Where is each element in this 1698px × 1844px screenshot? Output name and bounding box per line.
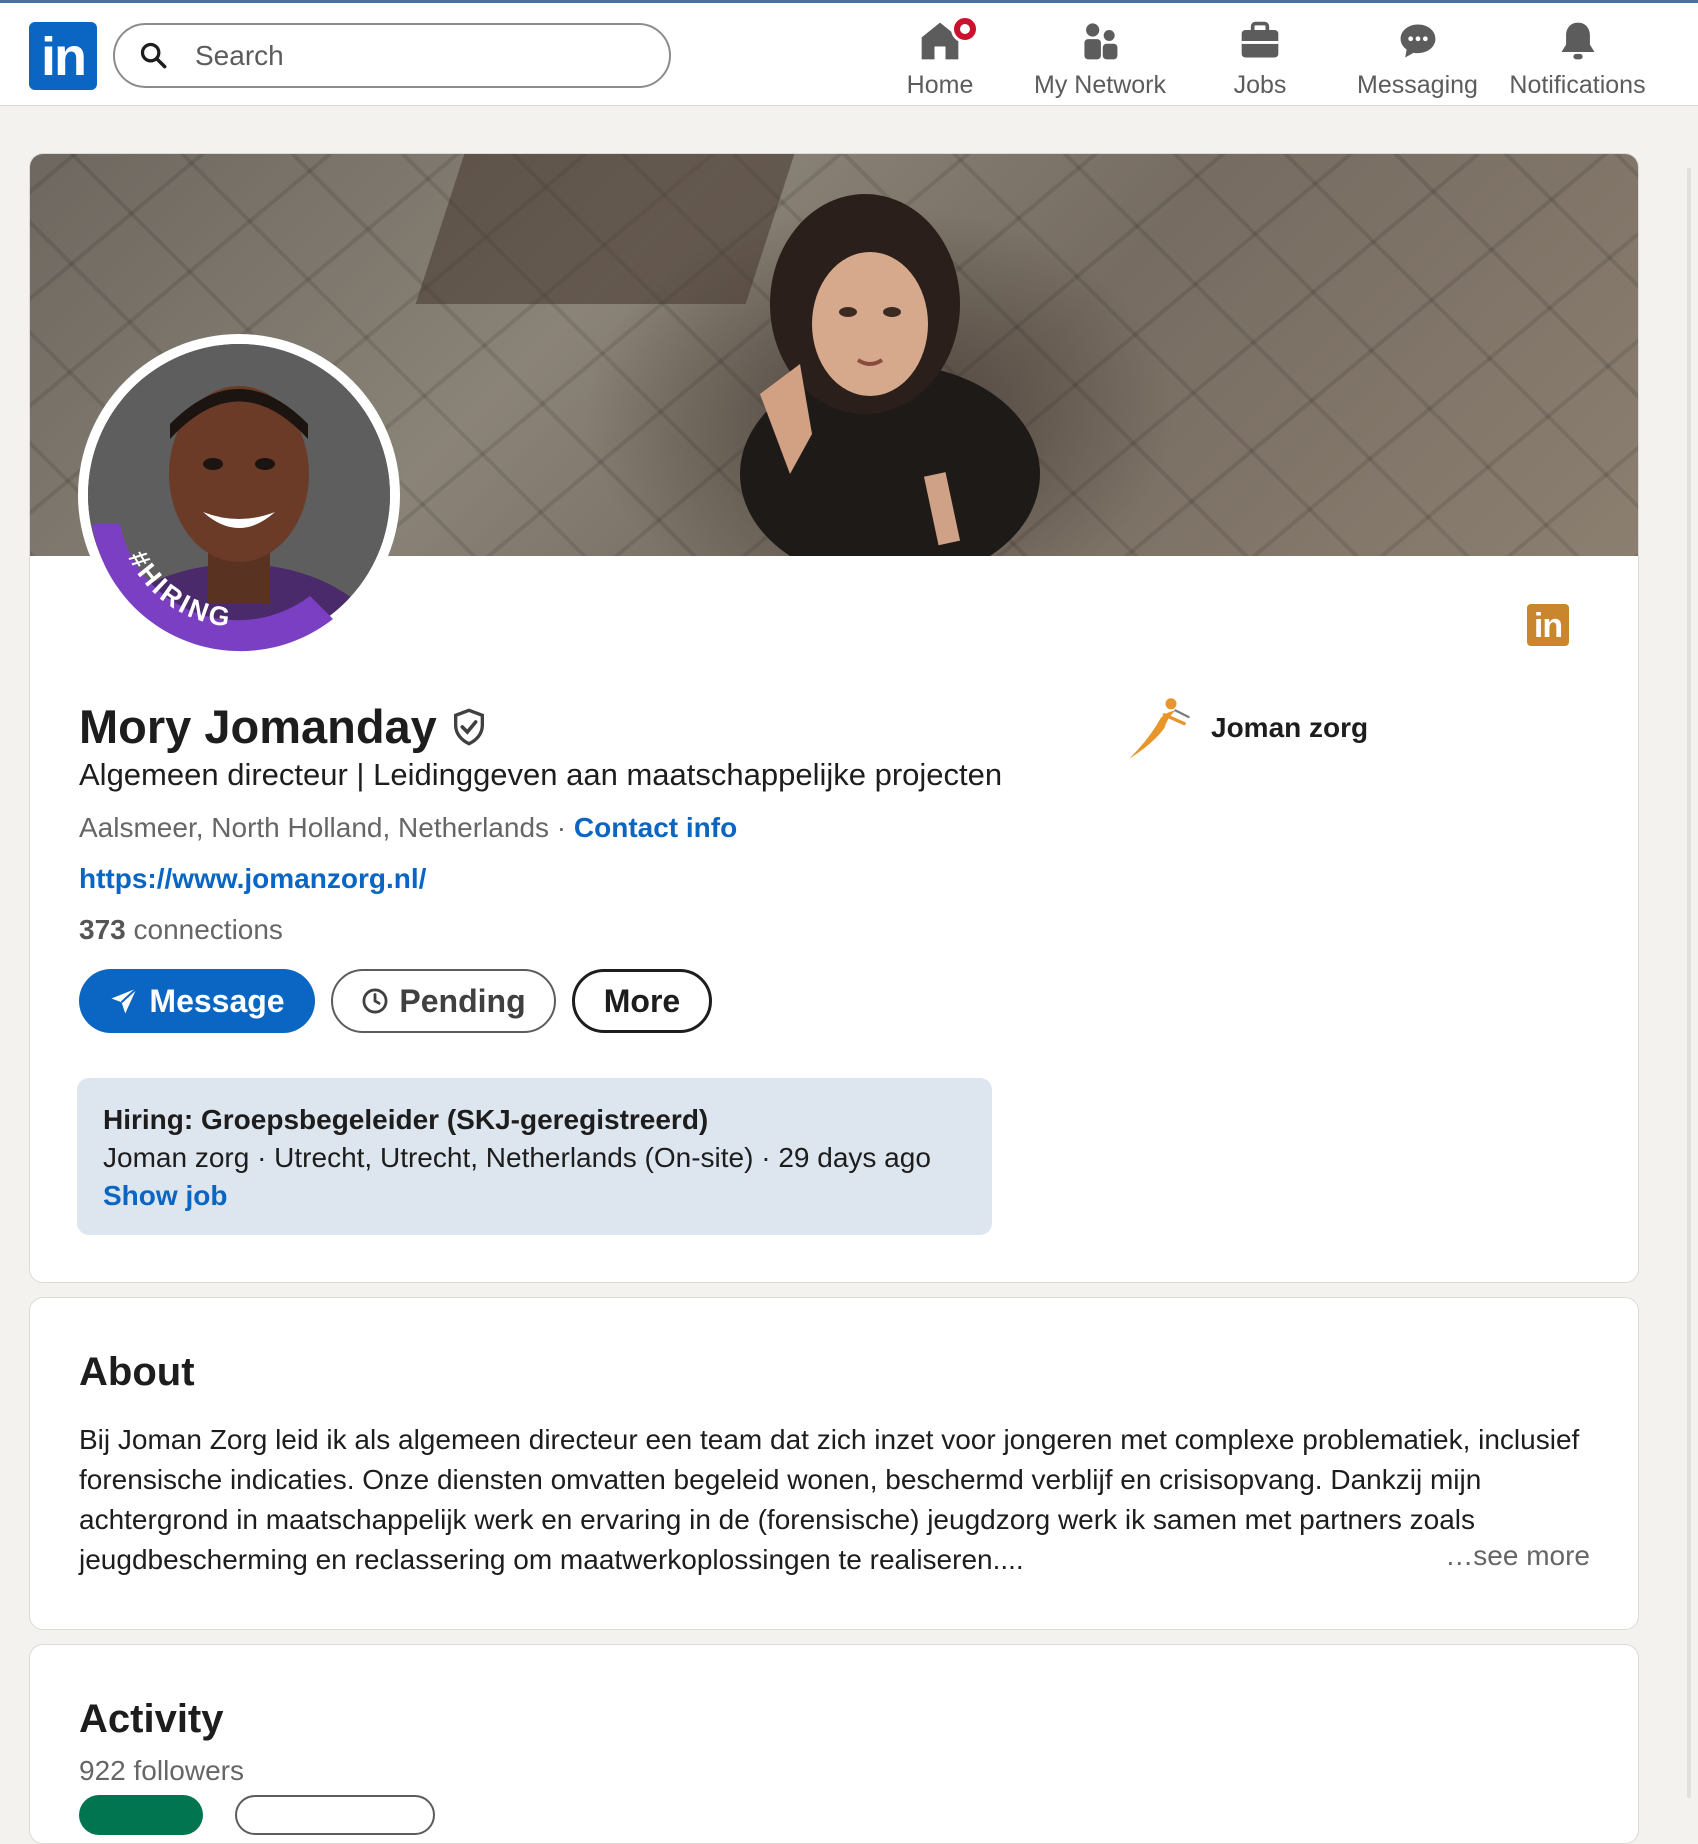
profile-location-line: Aalsmeer, North Holland, Netherlands · C… — [79, 812, 737, 844]
linkedin-logo[interactable]: in — [29, 22, 97, 90]
see-more-link[interactable]: …see more — [1437, 1540, 1590, 1572]
verified-shield-icon[interactable] — [449, 706, 489, 748]
nav-messaging[interactable]: Messaging — [1355, 15, 1480, 101]
nav-home[interactable]: Home — [895, 15, 985, 101]
search-box[interactable] — [113, 23, 671, 88]
connections-label: connections — [125, 914, 283, 945]
nav-messaging-label: Messaging — [1357, 71, 1478, 99]
clock-icon — [362, 988, 388, 1014]
hiring-job-box: Hiring: Groepsbegeleider (SKJ-geregistre… — [77, 1078, 992, 1235]
joman-zorg-logo-icon — [1129, 698, 1190, 759]
connections-number: 373 — [79, 914, 126, 945]
company-name: Joman zorg — [1211, 712, 1369, 743]
location-separator: · — [549, 812, 574, 843]
profile-name: Mory Jomanday — [79, 699, 489, 754]
nav-jobs[interactable]: Jobs — [1215, 15, 1305, 101]
about-card: About Bij Joman Zorg leid ik als algemee… — [29, 1297, 1639, 1630]
scrollbar[interactable] — [1687, 168, 1691, 1798]
nav-notifications[interactable]: Notifications — [1505, 15, 1650, 101]
followers-count: 922 followers — [79, 1755, 244, 1786]
my-network-icon — [1084, 23, 1118, 60]
nav-my-network[interactable]: My Network — [1025, 15, 1175, 101]
about-title: About — [79, 1350, 195, 1394]
profile-card: #HIRING in Mory Jomanday Algemeen direct… — [29, 153, 1639, 1283]
messaging-icon — [1400, 24, 1435, 58]
connections-count[interactable]: 373 connections — [79, 914, 283, 946]
more-button[interactable]: More — [572, 969, 712, 1033]
activity-title: Activity — [79, 1697, 224, 1741]
pending-button-label: Pending — [399, 982, 526, 1019]
nav-notifications-label: Notifications — [1509, 71, 1646, 99]
hiring-frame-ring: #HIRING — [92, 524, 333, 652]
profile-name-text: Mory Jomanday — [79, 700, 437, 753]
current-company[interactable]: Joman zorg — [1127, 689, 1368, 767]
profile-avatar[interactable]: #HIRING — [78, 334, 400, 656]
notifications-icon — [1561, 22, 1594, 60]
nav-jobs-label: Jobs — [1233, 71, 1287, 99]
notification-dot-badge — [951, 15, 979, 43]
about-text: Bij Joman Zorg leid ik als algemeen dire… — [79, 1424, 1580, 1575]
activity-card: Activity 922 followers — [29, 1644, 1639, 1844]
profile-location: Aalsmeer, North Holland, Netherlands — [79, 812, 550, 843]
activity-primary-button[interactable] — [79, 1795, 203, 1835]
message-button-label: Message — [149, 982, 285, 1019]
send-icon — [111, 987, 138, 1014]
search-icon — [140, 42, 167, 69]
hiring-job-title: Hiring: Groepsbegeleider (SKJ-geregistre… — [103, 1104, 709, 1135]
profile-website: https://www.jomanzorg.nl/ — [79, 863, 426, 895]
contact-info-link[interactable]: Contact info — [574, 812, 737, 843]
top-navigation-bar: in Home My Network — [0, 0, 1698, 106]
cover-photo-person-illustration — [740, 194, 1040, 556]
search-input[interactable] — [193, 35, 637, 77]
website-link[interactable]: https://www.jomanzorg.nl/ — [79, 863, 426, 894]
pending-button[interactable]: Pending — [331, 969, 556, 1033]
nav-my-network-label: My Network — [1034, 71, 1166, 99]
jobs-icon — [1241, 21, 1279, 58]
more-button-label: More — [603, 982, 681, 1019]
profile-headline: Algemeen directeur | Leidinggeven aan ma… — [79, 757, 1003, 792]
nav-home-label: Home — [906, 71, 974, 99]
show-job-link[interactable]: Show job — [103, 1180, 227, 1211]
activity-secondary-button[interactable] — [235, 1795, 435, 1835]
linkedin-badge-icon[interactable]: in — [1527, 604, 1569, 646]
message-button[interactable]: Message — [79, 969, 315, 1033]
hiring-job-details: Joman zorg · Utrecht, Utrecht, Netherlan… — [103, 1142, 931, 1173]
